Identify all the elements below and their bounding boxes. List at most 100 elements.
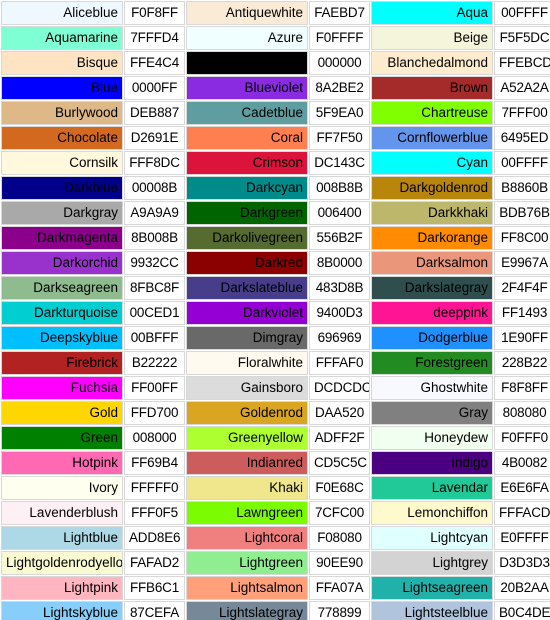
- color-swatch-cell: Indigo: [371, 451, 493, 475]
- table-row: Lightskyblue 87CEFA Lightslategray 778899 Li…: [1, 601, 550, 620]
- color-hex-cell: 7CFC00: [309, 501, 370, 525]
- color-hex-cell: 2F4F4F: [494, 276, 550, 300]
- color-hex-cell: DAA520: [309, 401, 370, 425]
- color-swatch-cell: Black: [186, 51, 308, 75]
- color-hex-cell: B8860B: [494, 176, 550, 200]
- color-swatch-cell: Darkcyan: [186, 176, 308, 200]
- color-swatch-cell: Brown: [371, 76, 493, 100]
- color-swatch-cell: Lightsalmon: [186, 576, 308, 600]
- color-swatch-cell: Fuchsia: [1, 376, 123, 400]
- color-swatch-cell: Lightslategray: [186, 601, 308, 620]
- color-hex-cell: 696969: [309, 326, 370, 350]
- color-swatch-cell: Lavenderblush: [1, 501, 123, 525]
- color-swatch-cell: Lightgreen: [186, 551, 308, 575]
- color-swatch-cell: Darkblue: [1, 176, 123, 200]
- table-row: Darkturquoise 00CED1 Darkviolet 9400D3 deepp…: [1, 301, 550, 325]
- color-swatch-cell: Darkslategray: [371, 276, 493, 300]
- color-hex-cell: FF1493: [494, 301, 550, 325]
- color-swatch-cell: Lightgoldenrodyellow: [1, 551, 123, 575]
- color-hex-cell: 000000: [309, 51, 370, 75]
- color-swatch-cell: Burlywood: [1, 101, 123, 125]
- table-row: Green 008000 Greenyellow ADFF2F Honeydew F0FF…: [1, 426, 550, 450]
- color-hex-cell: DEB887: [124, 101, 185, 125]
- color-hex-cell: 228B22: [494, 351, 550, 375]
- color-hex-cell: 20B2AA: [494, 576, 550, 600]
- table-row: Darkorchid 9932CC Darkred 8B0000 Darksalmon E…: [1, 251, 550, 275]
- color-hex-cell: 9932CC: [124, 251, 185, 275]
- color-hex-cell: 90EE90: [309, 551, 370, 575]
- color-swatch-cell: Forestgreen: [371, 351, 493, 375]
- color-swatch-cell: Darksalmon: [371, 251, 493, 275]
- color-hex-cell: 1E90FF: [494, 326, 550, 350]
- color-swatch-cell: Blanchedalmond: [371, 51, 493, 75]
- table-row: Lightpink FFB6C1 Lightsalmon FFA07A Lightsea…: [1, 576, 550, 600]
- color-swatch-cell: Darkkhaki: [371, 201, 493, 225]
- color-swatch-cell: Aquamarine: [1, 26, 123, 50]
- color-hex-cell: 483D8B: [309, 276, 370, 300]
- color-hex-cell: 87CEFA: [124, 601, 185, 620]
- table-row: Darkblue 00008B Darkcyan 008B8B Darkgoldenro…: [1, 176, 550, 200]
- color-swatch-cell: Darkslateblue: [186, 276, 308, 300]
- color-swatch-cell: Darkgray: [1, 201, 123, 225]
- color-swatch-cell: Darkviolet: [186, 301, 308, 325]
- color-swatch-cell: Crimson: [186, 151, 308, 175]
- color-swatch-cell: Deepskyblue: [1, 326, 123, 350]
- color-hex-cell: ADD8E6: [124, 526, 185, 550]
- color-hex-cell: D3D3D3: [494, 551, 550, 575]
- color-hex-cell: DC143C: [309, 151, 370, 175]
- color-swatch-cell: Honeydew: [371, 426, 493, 450]
- color-swatch-cell: Lightgrey: [371, 551, 493, 575]
- color-swatch-cell: Lightblue: [1, 526, 123, 550]
- color-swatch-cell: Chartreuse: [371, 101, 493, 125]
- color-swatch-cell: Lavendar: [371, 476, 493, 500]
- color-hex-cell: 8B0000: [309, 251, 370, 275]
- color-hex-cell: FFFFF0: [124, 476, 185, 500]
- color-hex-cell: 0000FF: [124, 76, 185, 100]
- color-hex-cell: A9A9A9: [124, 201, 185, 225]
- color-swatch-cell: Darkorchid: [1, 251, 123, 275]
- table-row: Darkmagenta 8B008B Darkolivegreen 556B2F Dar…: [1, 226, 550, 250]
- color-swatch-cell: Azure: [186, 26, 308, 50]
- color-hex-cell: FF7F50: [309, 126, 370, 150]
- color-swatch-cell: Lightskyblue: [1, 601, 123, 620]
- table-row: Aquamarine 7FFFD4 Azure F0FFFF Beige F5F5DC: [1, 26, 550, 50]
- color-swatch-cell: Blue: [1, 76, 123, 100]
- color-swatch-cell: Dodgerblue: [371, 326, 493, 350]
- color-hex-cell: 9400D3: [309, 301, 370, 325]
- color-hex-cell: F0FFF0: [494, 426, 550, 450]
- table-row: Hotpink FF69B4 Indianred CD5C5C Indigo 4B0082: [1, 451, 550, 475]
- color-swatch-cell: Gold: [1, 401, 123, 425]
- color-hex-cell: DCDCDC: [309, 376, 370, 400]
- color-swatch-cell: Darkmagenta: [1, 226, 123, 250]
- color-swatch-cell: Aliceblue: [1, 1, 123, 25]
- color-hex-cell: FF8C00: [494, 226, 550, 250]
- color-swatch-cell: Goldenrod: [186, 401, 308, 425]
- color-hex-cell: F8F8FF: [494, 376, 550, 400]
- table-row: Ivory FFFFF0 Khaki F0E68C Lavendar E6E6FA: [1, 476, 550, 500]
- color-hex-cell: CD5C5C: [309, 451, 370, 475]
- table-row: Bisque FFE4C4 Black 000000 Blanchedalmond FFE…: [1, 51, 550, 75]
- table-row: Blue 0000FF Blueviolet 8A2BE2 Brown A52A2A: [1, 76, 550, 100]
- color-swatch-cell: Lemonchiffon: [371, 501, 493, 525]
- color-hex-cell: 008B8B: [309, 176, 370, 200]
- table-row: Gold FFD700 Goldenrod DAA520 Gray 808080: [1, 401, 550, 425]
- table-row: Deepskyblue 00BFFF Dimgray 696969 Dodgerblue…: [1, 326, 550, 350]
- color-hex-cell: E6E6FA: [494, 476, 550, 500]
- color-hex-cell: FFFACD: [494, 501, 550, 525]
- color-swatch-cell: Green: [1, 426, 123, 450]
- table-row: Cornsilk FFF8DC Crimson DC143C Cyan 00FFFF: [1, 151, 550, 175]
- color-hex-cell: FF69B4: [124, 451, 185, 475]
- color-swatch-cell: Coral: [186, 126, 308, 150]
- color-swatch-cell: Lightsteelblue: [371, 601, 493, 620]
- color-swatch-cell: Floralwhite: [186, 351, 308, 375]
- color-hex-cell: FFB6C1: [124, 576, 185, 600]
- color-swatch-cell: Gray: [371, 401, 493, 425]
- color-swatch-cell: Cadetblue: [186, 101, 308, 125]
- color-hex-cell: 00CED1: [124, 301, 185, 325]
- color-hex-cell: 6495ED: [494, 126, 550, 150]
- color-swatch-cell: Ghostwhite: [371, 376, 493, 400]
- color-hex-cell: E0FFFF: [494, 526, 550, 550]
- color-hex-cell: F5F5DC: [494, 26, 550, 50]
- table-row: Lightblue ADD8E6 Lightcoral F08080 Lightcyan…: [1, 526, 550, 550]
- color-hex-cell: ADFF2F: [309, 426, 370, 450]
